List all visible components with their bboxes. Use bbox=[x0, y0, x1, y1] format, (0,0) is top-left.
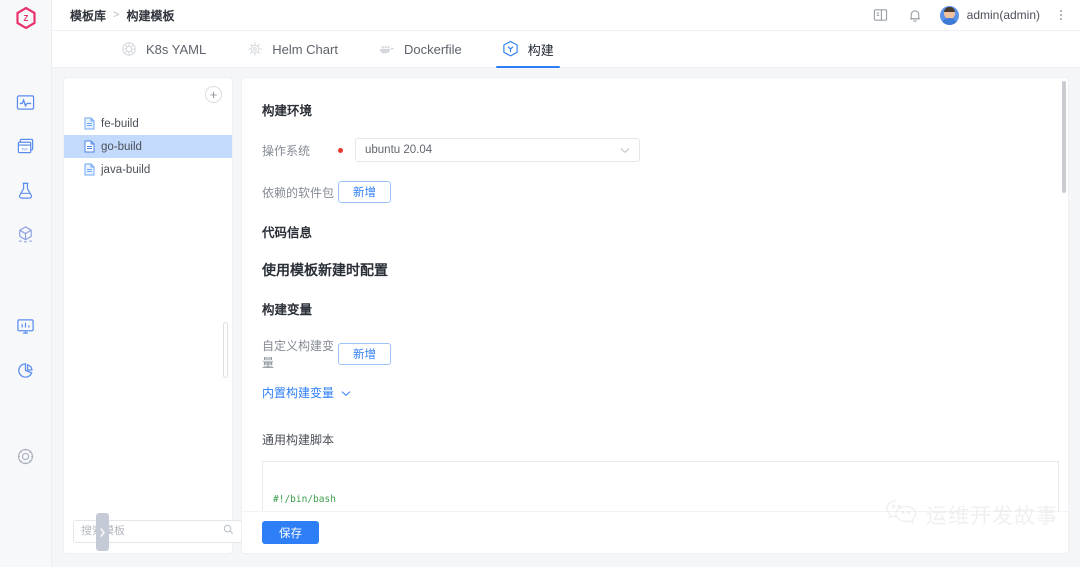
tab-helm-chart[interactable]: Helm Chart bbox=[226, 31, 358, 68]
main-scrollbar[interactable] bbox=[1062, 81, 1066, 193]
file-icon bbox=[84, 163, 95, 176]
app-root: Z PM 模板库 > 构建模板 admin(admin) K8s YAML He… bbox=[0, 0, 1080, 567]
tab-build[interactable]: 构建 bbox=[482, 31, 574, 68]
top-header: 模板库 > 构建模板 admin(admin) bbox=[52, 0, 1080, 31]
deps-label: 依赖的软件包 bbox=[262, 185, 335, 200]
book-doc-icon[interactable] bbox=[872, 6, 890, 24]
tab-dockerfile[interactable]: Dockerfile bbox=[358, 31, 482, 68]
build-config-panel: 构建环境 操作系统 ubuntu 20.04 依赖的软件包 新增 代码信息 使用… bbox=[242, 78, 1068, 553]
custom-var-row: 自定义构建变量 新增 bbox=[262, 337, 1068, 371]
tab-label: Helm Chart bbox=[272, 41, 338, 57]
file-icon bbox=[84, 117, 95, 130]
bell-notification-icon[interactable] bbox=[906, 6, 924, 24]
list-item-selected[interactable]: go-build bbox=[64, 135, 232, 158]
tab-label: Dockerfile bbox=[403, 41, 462, 57]
add-template-button[interactable]: + bbox=[205, 85, 222, 103]
search-icon bbox=[223, 522, 234, 540]
template-name: java-build bbox=[101, 163, 151, 176]
more-vertical-icon[interactable] bbox=[1056, 10, 1066, 20]
tab-label: 构建 bbox=[527, 42, 554, 58]
deps-field-row: 依赖的软件包 新增 bbox=[262, 181, 1068, 203]
template-list: fe-build go-build java-build bbox=[64, 110, 232, 509]
breadcrumb-root[interactable]: 模板库 bbox=[70, 7, 106, 24]
template-name: fe-build bbox=[101, 117, 139, 130]
svg-text:PM: PM bbox=[22, 146, 28, 151]
breadcrumb: 模板库 > 构建模板 bbox=[70, 7, 174, 24]
builtin-vars-toggle[interactable]: 内置构建变量 bbox=[262, 384, 1068, 401]
rail-item-monitor-wave-icon[interactable] bbox=[0, 80, 52, 124]
panel-collapse-handle[interactable] bbox=[96, 513, 109, 551]
template-new-config-title: 使用模板新建时配置 bbox=[262, 262, 388, 278]
template-list-scrollbar[interactable] bbox=[223, 322, 228, 378]
code-info-title: 代码信息 bbox=[262, 226, 313, 240]
build-env-title: 构建环境 bbox=[262, 104, 313, 118]
page-body: + fe-build go-build java-build 搜索模板 构建环境… bbox=[52, 68, 1080, 567]
script-label: 通用构建脚本 bbox=[262, 433, 335, 447]
custom-var-label: 自定义构建变量 bbox=[262, 339, 335, 370]
list-item[interactable]: java-build bbox=[64, 158, 232, 181]
chevron-down-icon bbox=[620, 141, 630, 159]
build-vars-title: 构建变量 bbox=[262, 303, 313, 317]
deps-add-button[interactable]: 新增 bbox=[338, 181, 391, 203]
build-hexagon-icon bbox=[502, 40, 519, 58]
tab-k8s-yaml[interactable]: K8s YAML bbox=[100, 31, 226, 68]
build-form: 构建环境 操作系统 ubuntu 20.04 依赖的软件包 新增 代码信息 使用… bbox=[242, 78, 1068, 553]
helm-wheel-icon bbox=[246, 41, 263, 58]
avatar bbox=[939, 5, 959, 25]
os-select[interactable]: ubuntu 20.04 bbox=[355, 138, 640, 162]
svg-text:Z: Z bbox=[23, 14, 28, 23]
docker-whale-icon bbox=[378, 41, 395, 58]
template-type-tabs: K8s YAML Helm Chart Dockerfile 构建 bbox=[52, 31, 1080, 68]
user-menu[interactable]: admin(admin) bbox=[939, 5, 1040, 25]
rail-item-cube-deploy-icon[interactable] bbox=[0, 212, 52, 256]
custom-var-add-button[interactable]: 新增 bbox=[338, 343, 391, 365]
rail-item-pm-windows-icon[interactable]: PM bbox=[0, 124, 52, 168]
form-footer: 保存 bbox=[242, 511, 1068, 553]
rail-item-dashboard-screen-icon[interactable] bbox=[0, 304, 52, 348]
rail-item-flask-icon[interactable] bbox=[0, 168, 52, 212]
app-logo[interactable]: Z bbox=[0, 0, 51, 36]
code-line: #!/bin/bash bbox=[273, 493, 336, 505]
header-actions: admin(admin) bbox=[872, 5, 1066, 25]
template-name: go-build bbox=[101, 140, 142, 153]
os-label: 操作系统 bbox=[262, 143, 311, 158]
chevron-down-icon bbox=[341, 386, 351, 400]
template-list-toolbar: + bbox=[64, 78, 232, 110]
save-button[interactable]: 保存 bbox=[262, 521, 319, 544]
os-field-row: 操作系统 ubuntu 20.04 bbox=[262, 138, 1068, 162]
list-item[interactable]: fe-build bbox=[64, 112, 232, 135]
k8s-wheel-icon bbox=[120, 41, 137, 58]
template-search-bar bbox=[64, 509, 242, 553]
template-list-panel: + fe-build go-build java-build 搜索模板 bbox=[64, 78, 242, 553]
os-select-value: ubuntu 20.04 bbox=[365, 144, 433, 156]
icon-rail: Z PM bbox=[0, 0, 52, 567]
rail-item-pie-chart-icon[interactable] bbox=[0, 348, 52, 392]
tab-label: K8s YAML bbox=[146, 41, 207, 57]
breadcrumb-separator: > bbox=[113, 9, 120, 21]
breadcrumb-current: 构建模板 bbox=[126, 8, 175, 23]
required-dot-icon bbox=[338, 147, 343, 153]
rail-item-gear-settings-icon[interactable] bbox=[0, 434, 52, 478]
builtin-vars-label: 内置构建变量 bbox=[262, 386, 335, 400]
file-icon bbox=[84, 140, 95, 153]
user-name: admin(admin) bbox=[966, 8, 1040, 22]
